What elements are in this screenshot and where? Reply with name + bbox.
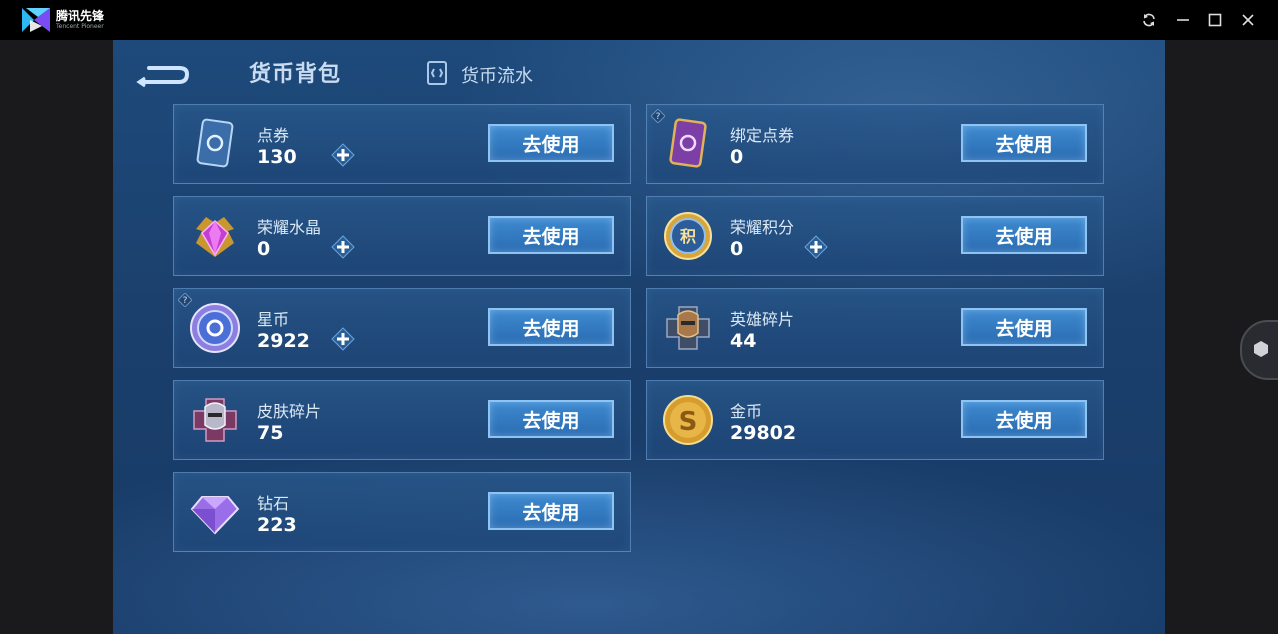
skin-fragment-icon xyxy=(193,398,237,442)
minimize-icon xyxy=(1177,19,1189,21)
currency-value: 75 xyxy=(257,422,284,444)
currency-card-bound-coupon: ? 绑定点券 0 去使用 xyxy=(646,104,1104,184)
currency-name: 英雄碎片 xyxy=(730,310,795,329)
add-star-coin-button[interactable] xyxy=(331,327,355,351)
app-name-sub: Tencent Pioneer xyxy=(56,23,104,30)
use-button[interactable]: 去使用 xyxy=(961,216,1087,254)
currency-name: 钻石 xyxy=(257,494,290,513)
close-icon xyxy=(1242,14,1254,26)
use-button[interactable]: 去使用 xyxy=(961,124,1087,162)
currency-card-glory-crystal: 荣耀水晶 0 去使用 xyxy=(173,196,631,276)
currency-name: 皮肤碎片 xyxy=(257,402,322,421)
close-button[interactable] xyxy=(1238,10,1258,30)
glory-points-icon: 积 xyxy=(664,212,712,260)
svg-text:S: S xyxy=(679,407,698,437)
tab-currency-bag[interactable]: 货币背包 xyxy=(249,56,341,88)
svg-text:积: 积 xyxy=(680,227,696,246)
currency-flow-icon xyxy=(427,61,447,85)
tencent-pioneer-logo-icon xyxy=(22,8,50,32)
left-letterbox xyxy=(0,40,113,634)
currency-card-gold-coin: S 金币 29802 去使用 xyxy=(646,380,1104,460)
add-glory-points-button[interactable] xyxy=(804,235,828,259)
coupon-icon xyxy=(196,118,234,168)
app-name: 腾讯先锋 xyxy=(56,9,105,23)
use-button[interactable]: 去使用 xyxy=(488,492,614,530)
svg-text:?: ? xyxy=(656,112,661,122)
currency-name: 荣耀水晶 xyxy=(257,218,322,237)
glory-crystal-icon xyxy=(196,217,234,257)
currency-card-coupon: 点券 130 去使用 xyxy=(173,104,631,184)
maximize-button[interactable] xyxy=(1205,10,1225,30)
minimize-button[interactable] xyxy=(1173,10,1193,30)
tab-currency-flow[interactable]: 货币流水 xyxy=(461,62,533,88)
currency-value: 29802 xyxy=(730,422,797,444)
use-button[interactable]: 去使用 xyxy=(488,400,614,438)
currency-value: 223 xyxy=(257,514,297,536)
currency-name: 点券 xyxy=(257,126,290,145)
diamond-icon xyxy=(190,496,240,535)
use-button[interactable]: 去使用 xyxy=(488,124,614,162)
currency-name: 星币 xyxy=(257,310,290,329)
maximize-icon xyxy=(1208,13,1222,27)
use-button[interactable]: 去使用 xyxy=(961,308,1087,346)
use-button[interactable]: 去使用 xyxy=(488,308,614,346)
currency-value: 0 xyxy=(730,146,744,168)
currency-card-skin-fragment: 皮肤碎片 75 去使用 xyxy=(173,380,631,460)
window-titlebar: 腾讯先锋 Tencent Pioneer xyxy=(0,0,1278,40)
currency-value: 130 xyxy=(257,146,297,168)
svg-text:?: ? xyxy=(183,296,188,306)
add-glory-crystal-button[interactable] xyxy=(331,235,355,259)
currency-name: 金币 xyxy=(730,402,763,421)
currency-value: 44 xyxy=(730,330,757,352)
currency-name: 荣耀积分 xyxy=(730,218,795,237)
currency-card-glory-points: 积 荣耀积分 0 去使用 xyxy=(646,196,1104,276)
refresh-button[interactable] xyxy=(1139,10,1159,30)
gold-coin-icon: S xyxy=(663,395,713,445)
currency-card-diamond: 钻石 223 去使用 xyxy=(173,472,631,552)
currency-card-star-coin: ? 星币 2922 去使用 xyxy=(173,288,631,368)
currency-name: 绑定点券 xyxy=(730,126,795,145)
currency-card-hero-fragment: 英雄碎片 44 去使用 xyxy=(646,288,1104,368)
use-button[interactable]: 去使用 xyxy=(488,216,614,254)
hero-fragment-icon xyxy=(666,306,710,350)
use-button[interactable]: 去使用 xyxy=(961,400,1087,438)
refresh-icon xyxy=(1143,13,1155,27)
currency-value: 2922 xyxy=(257,330,310,352)
currency-value: 0 xyxy=(257,238,271,260)
star-coin-icon xyxy=(190,303,240,353)
hexagon-icon xyxy=(1254,341,1268,357)
game-screen: 货币背包 货币流水 点券 130 去使用 ? 绑定点券 0 去使用 荣耀水晶 0… xyxy=(113,40,1165,634)
currency-value: 0 xyxy=(730,238,744,260)
back-arrow-icon[interactable] xyxy=(135,58,195,90)
add-coupon-button[interactable] xyxy=(331,143,355,167)
bound-coupon-icon xyxy=(669,118,707,168)
